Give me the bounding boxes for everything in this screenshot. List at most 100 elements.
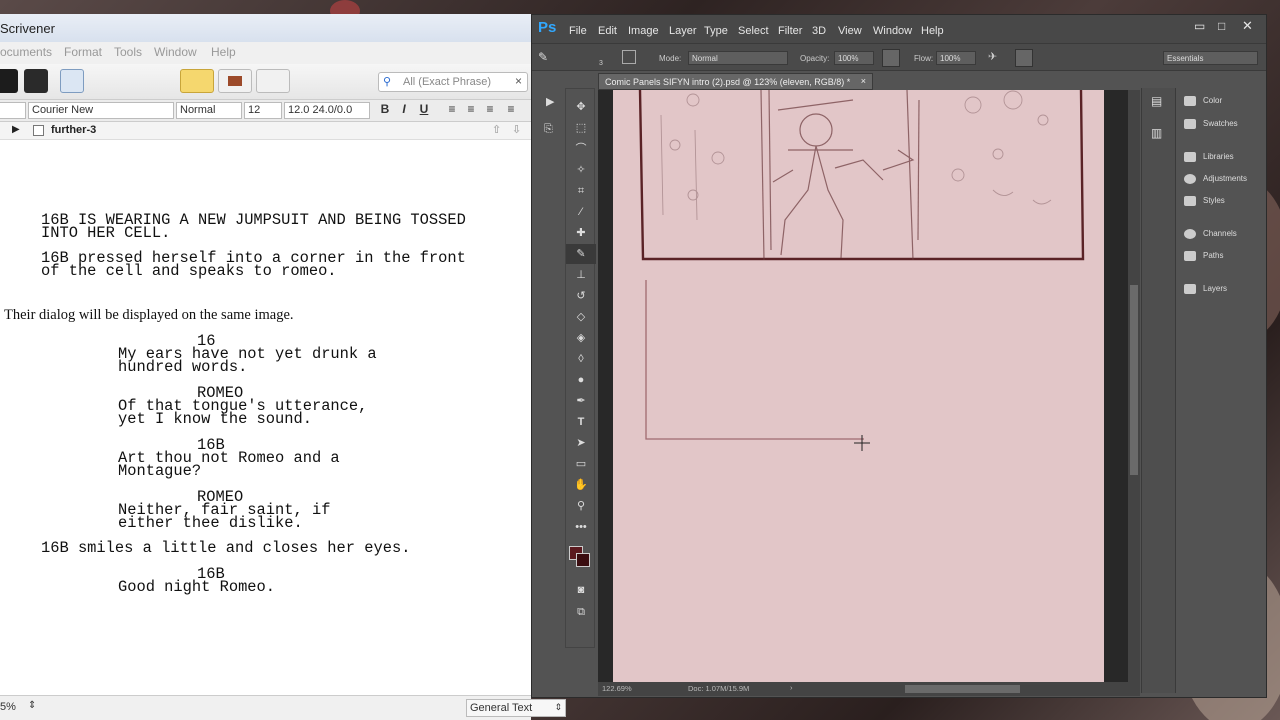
font-style-select[interactable]: Normal — [176, 102, 242, 119]
zoom-readout[interactable]: 122.69% — [602, 684, 632, 693]
italic-button[interactable]: I — [396, 102, 412, 119]
play-icon[interactable]: ▶ — [12, 124, 20, 135]
pressure-opacity-icon[interactable] — [882, 49, 900, 67]
font-size-select[interactable]: 12 — [244, 102, 282, 119]
flow-field[interactable]: 100% — [936, 51, 976, 65]
panel-layers[interactable]: Layers — [1184, 284, 1227, 294]
brush-tool-icon[interactable]: ✎ — [538, 50, 548, 64]
hand-tool-icon[interactable]: ✋ — [566, 475, 596, 495]
history-brush-icon[interactable]: ↺ — [566, 286, 596, 306]
line-spacing-select[interactable]: 12.0 24.0/0.0 — [284, 102, 370, 119]
underline-button[interactable]: U — [416, 102, 432, 119]
minimize-button[interactable]: ▭ — [1194, 19, 1205, 33]
align-right-icon[interactable]: ≡ — [482, 102, 498, 119]
marquee-tool-icon[interactable]: ⬚ — [566, 118, 596, 138]
canvas[interactable] — [613, 89, 1104, 682]
doc-size[interactable]: Doc: 1.07M/15.9M — [688, 684, 749, 693]
airbrush-icon[interactable]: ✈ — [988, 50, 997, 63]
pen-tool-icon[interactable]: ✒ — [566, 391, 596, 411]
font-family-select[interactable]: Courier New — [28, 102, 174, 119]
panel-swatches[interactable]: Swatches — [1184, 119, 1238, 129]
healing-tool-icon[interactable]: ✚ — [566, 223, 596, 243]
panel-styles[interactable]: Styles — [1184, 196, 1225, 206]
menu-edit[interactable]: Edit — [598, 25, 617, 37]
brush-size[interactable]: 3 — [599, 60, 603, 67]
menu-format[interactable]: Format — [64, 45, 102, 59]
menu-help[interactable]: Help — [211, 45, 236, 59]
screen-mode-icon[interactable]: ⧉ — [566, 602, 596, 622]
rectangle-tool-icon[interactable]: ▭ — [566, 454, 596, 474]
text-view-icon[interactable] — [180, 69, 214, 93]
up-arrow-icon[interactable]: ⇧ — [492, 123, 501, 136]
properties-icon[interactable]: ▥ — [1151, 126, 1162, 140]
canvas-area[interactable] — [598, 89, 1128, 682]
close-button[interactable]: ✕ — [1242, 18, 1253, 34]
quick-select-tool-icon[interactable]: ✧ — [566, 160, 596, 180]
menu-tools[interactable]: Tools — [114, 45, 142, 59]
paint-bucket-icon[interactable]: ◈ — [566, 328, 596, 348]
menu-window[interactable]: Window — [873, 25, 912, 37]
search-box[interactable]: ⚲ All (Exact Phrase) × — [378, 72, 528, 92]
more-tools-icon[interactable]: ••• — [566, 517, 596, 537]
crop-tool-icon[interactable]: ⌗ — [566, 181, 596, 201]
type-tool-icon[interactable]: T — [566, 412, 596, 432]
dodge-tool-icon[interactable]: ● — [566, 370, 596, 390]
scroll-thumb[interactable] — [1130, 285, 1138, 475]
zoom-tool-icon[interactable]: ⚲ — [566, 496, 596, 516]
lasso-tool-icon[interactable]: ⌒ — [566, 139, 596, 159]
menu-documents[interactable]: ocuments — [0, 45, 52, 59]
outliner-icon[interactable] — [256, 69, 290, 93]
menu-view[interactable]: View — [838, 25, 862, 37]
path-select-icon[interactable]: ➤ — [566, 433, 596, 453]
menu-type[interactable]: Type — [704, 25, 728, 37]
brush-preset-icon[interactable]: ⎘ — [544, 123, 553, 136]
menu-help[interactable]: Help — [921, 25, 944, 37]
menu-filter[interactable]: Filter — [778, 25, 802, 37]
menu-3d[interactable]: 3D — [812, 25, 826, 37]
bold-button[interactable]: B — [377, 102, 393, 119]
opacity-field[interactable]: 100% — [834, 51, 874, 65]
pressure-size-icon[interactable] — [1015, 49, 1033, 67]
panel-color[interactable]: Color — [1184, 96, 1222, 106]
text-type-select[interactable]: General Text ⇕ — [466, 699, 566, 717]
compile-icon[interactable] — [60, 69, 84, 93]
inspector-icon[interactable] — [24, 69, 48, 93]
brush-tool-icon[interactable]: ✎ — [566, 244, 596, 264]
mode-select[interactable]: Normal — [688, 51, 788, 65]
editor[interactable]: 16B IS WEARING A NEW JUMPSUIT AND BEING … — [0, 140, 531, 695]
zoom-stepper-icon[interactable]: ⇕ — [28, 700, 36, 711]
menu-select[interactable]: Select — [738, 25, 769, 37]
menu-image[interactable]: Image — [628, 25, 659, 37]
close-tab-icon[interactable]: × — [861, 76, 866, 86]
corkboard-icon[interactable] — [218, 69, 252, 93]
zoom-level[interactable]: 5% — [0, 701, 16, 713]
background-color[interactable] — [576, 553, 590, 567]
eraser-tool-icon[interactable]: ◇ — [566, 307, 596, 327]
down-arrow-icon[interactable]: ⇩ — [512, 123, 521, 136]
vertical-scrollbar[interactable] — [1128, 90, 1140, 682]
expand-panel-icon[interactable]: ▶ — [546, 95, 554, 108]
eyedropper-tool-icon[interactable]: ⁄ — [566, 202, 596, 222]
align-left-icon[interactable]: ≡ — [444, 102, 460, 119]
align-center-icon[interactable]: ≡ — [463, 102, 479, 119]
brush-panel-icon[interactable] — [622, 50, 636, 64]
panel-adjustments[interactable]: Adjustments — [1184, 174, 1247, 184]
stamp-tool-icon[interactable]: ⊥ — [566, 265, 596, 285]
justify-icon[interactable]: ≡ — [503, 102, 519, 119]
close-search-icon[interactable]: × — [515, 74, 522, 88]
menu-window[interactable]: Window — [154, 45, 197, 59]
history-icon[interactable]: ▤ — [1151, 94, 1162, 108]
workspace-select[interactable]: Essentials — [1163, 51, 1258, 65]
horizontal-scroll-thumb[interactable] — [905, 685, 1020, 693]
menu-file[interactable]: File — [569, 25, 587, 37]
menu-layer[interactable]: Layer — [669, 25, 697, 37]
binder-icon[interactable] — [0, 69, 18, 93]
paragraph-style-select[interactable] — [0, 102, 26, 119]
maximize-button[interactable]: □ — [1218, 19, 1225, 33]
status-menu-icon[interactable]: › — [790, 683, 793, 692]
panel-paths[interactable]: Paths — [1184, 251, 1223, 261]
blur-tool-icon[interactable]: ◊ — [566, 349, 596, 369]
document-tab[interactable]: Comic Panels SIFYN intro (2).psd @ 123% … — [598, 73, 873, 90]
quick-mask-icon[interactable]: ◙ — [566, 580, 596, 600]
panel-channels[interactable]: Channels — [1184, 229, 1237, 239]
